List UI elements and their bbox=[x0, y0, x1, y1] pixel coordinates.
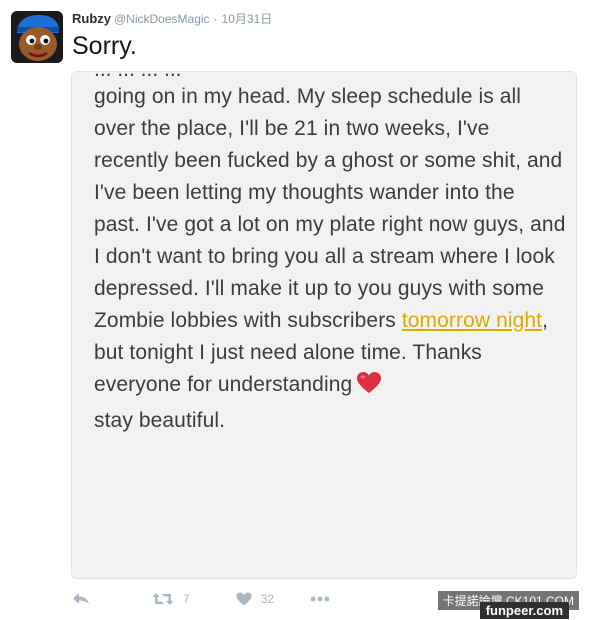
cartoon-face-avatar-icon bbox=[11, 11, 63, 63]
more-button[interactable] bbox=[310, 596, 330, 602]
watermark-funpeer: funpeer.com bbox=[479, 602, 569, 619]
separator: · bbox=[213, 12, 218, 26]
retweet-count: 7 bbox=[183, 592, 190, 606]
tweet-date[interactable]: 10月31日 bbox=[222, 12, 273, 26]
like-count: 32 bbox=[260, 592, 275, 606]
note-ending: stay beautiful. bbox=[94, 409, 226, 432]
more-icon bbox=[310, 596, 330, 602]
user-handle[interactable]: @NickDoesMagic bbox=[114, 12, 210, 26]
note-text-part1: going on in my head. My sleep schedule i… bbox=[94, 85, 566, 332]
retweet-button[interactable]: 7 bbox=[152, 592, 190, 606]
attached-image[interactable]: ... ... ... ... going on in my head. My … bbox=[71, 71, 577, 579]
like-button[interactable]: 32 bbox=[236, 592, 274, 606]
retweet-icon bbox=[152, 593, 174, 605]
note-link: tomorrow night bbox=[401, 309, 543, 332]
tweet-text: Sorry. bbox=[72, 32, 137, 60]
tweet-actions: 7 32 bbox=[72, 589, 330, 609]
heart-icon bbox=[236, 592, 252, 606]
note-text: going on in my head. My sleep schedule i… bbox=[94, 81, 566, 437]
tweet-header: Rubzy @NickDoesMagic · 10月31日 bbox=[72, 10, 272, 27]
display-name[interactable]: Rubzy bbox=[72, 11, 111, 26]
avatar[interactable] bbox=[11, 11, 63, 63]
reply-icon bbox=[73, 593, 89, 604]
red-heart-emoji-icon bbox=[356, 371, 382, 405]
reply-button[interactable] bbox=[72, 592, 90, 606]
